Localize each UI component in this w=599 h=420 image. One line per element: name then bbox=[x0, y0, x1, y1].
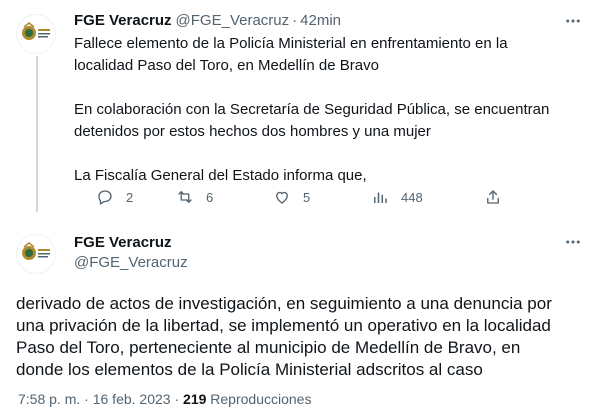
fge-logo-icon bbox=[22, 22, 50, 40]
views-icon bbox=[374, 192, 387, 203]
reply-icon bbox=[98, 190, 112, 205]
views-button[interactable]: 448 bbox=[371, 186, 423, 208]
views-count[interactable]: 219 bbox=[183, 391, 206, 407]
like-icon bbox=[276, 191, 288, 204]
retweet-icon bbox=[178, 191, 192, 203]
reply-button[interactable]: 2 bbox=[96, 186, 133, 208]
tweet-time[interactable]: 42min bbox=[300, 12, 341, 29]
tweet-actions: 2 6 5 448 bbox=[96, 186, 516, 208]
like-count: 5 bbox=[303, 189, 311, 205]
share-button[interactable] bbox=[484, 186, 502, 208]
like-button[interactable]: 5 bbox=[273, 186, 310, 208]
thread-line bbox=[36, 56, 38, 212]
author-handle[interactable]: @FGE_Veracruz bbox=[74, 254, 188, 271]
reply-count: 2 bbox=[126, 189, 134, 205]
author-handle[interactable]: @FGE_Veracruz bbox=[176, 12, 290, 29]
tweet-text: derivado de actos de investigación, en s… bbox=[16, 294, 552, 379]
separator: · bbox=[174, 391, 180, 407]
avatar[interactable] bbox=[16, 234, 56, 274]
tweet-date[interactable]: 16 feb. 2023 bbox=[93, 391, 171, 407]
tweet-meta: 7:58 p. m. · 16 feb. 2023 · 219 Reproduc… bbox=[18, 391, 311, 407]
more-icon bbox=[566, 240, 580, 244]
fge-logo-icon bbox=[22, 242, 50, 260]
more-icon bbox=[566, 19, 580, 23]
more-button[interactable] bbox=[563, 232, 583, 252]
separator: · bbox=[292, 12, 298, 29]
avatar[interactable] bbox=[16, 14, 56, 54]
author-name[interactable]: FGE Veracruz bbox=[74, 234, 172, 251]
more-button[interactable] bbox=[563, 11, 583, 31]
separator: · bbox=[84, 391, 89, 407]
retweet-count: 6 bbox=[206, 189, 214, 205]
tweet-time[interactable]: 7:58 p. m. bbox=[18, 391, 80, 407]
tweet-header: FGE Veracruz @FGE_Veracruz · 42min bbox=[74, 12, 341, 29]
share-icon bbox=[487, 190, 499, 204]
tweet-text: Fallece elemento de la Policía Ministeri… bbox=[74, 35, 550, 184]
views-label: Reproducciones bbox=[210, 391, 312, 407]
retweet-button[interactable]: 6 bbox=[176, 186, 213, 208]
author-name[interactable]: FGE Veracruz bbox=[74, 12, 172, 29]
views-count: 448 bbox=[401, 189, 423, 205]
